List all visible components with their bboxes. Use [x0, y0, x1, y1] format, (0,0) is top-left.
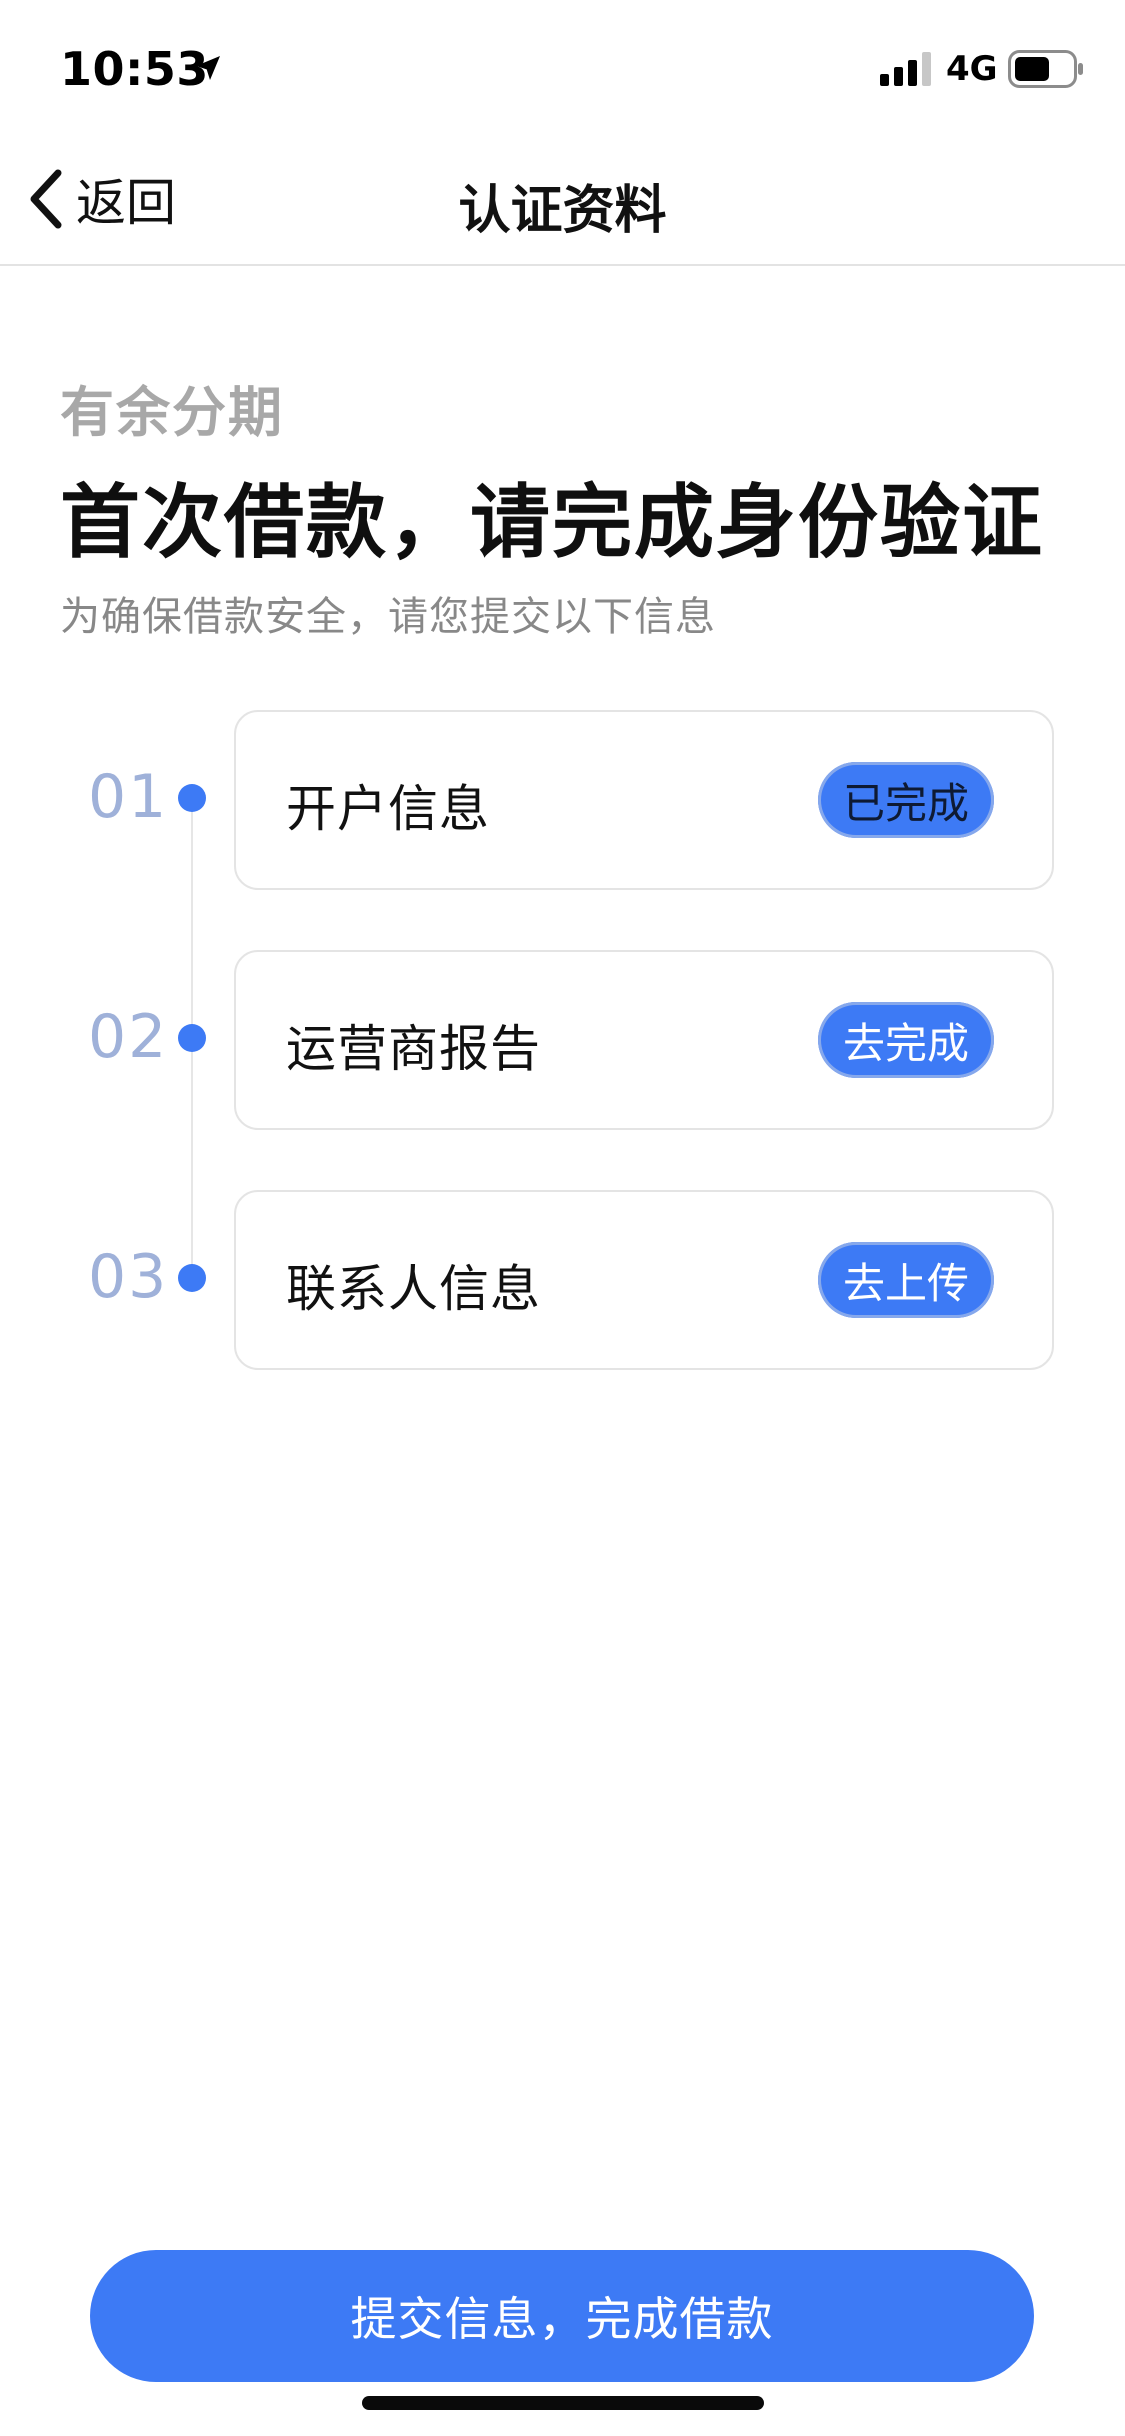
- step-card-contact-info[interactable]: 联系人信息 去上传: [234, 1190, 1054, 1370]
- home-indicator: [362, 2396, 764, 2410]
- brand-name: 有余分期: [60, 381, 284, 444]
- step-dot: [178, 784, 206, 812]
- step-number-02: 02: [88, 1002, 169, 1072]
- status-bar: 10:53 4G: [0, 0, 1125, 132]
- location-arrow-icon: [196, 56, 220, 80]
- submit-button[interactable]: 提交信息，完成借款: [90, 2250, 1034, 2382]
- step-card-account-info[interactable]: 开户信息 已完成: [234, 710, 1054, 890]
- step-number-03: 03: [88, 1242, 169, 1312]
- battery-icon: [1008, 50, 1083, 88]
- page-title: 认证资料: [458, 181, 667, 241]
- status-time: 10:53: [60, 42, 209, 96]
- step-title: 开户信息: [286, 780, 490, 838]
- subtitle: 为确保借款安全，请您提交以下信息: [60, 594, 716, 640]
- upload-step-button[interactable]: 去上传: [818, 1242, 994, 1318]
- step-dot: [178, 1024, 206, 1052]
- step-status-done-badge[interactable]: 已完成: [818, 762, 994, 838]
- step-number-01: 01: [88, 762, 169, 832]
- step-title: 联系人信息: [286, 1260, 541, 1318]
- complete-step-button[interactable]: 去完成: [818, 1002, 994, 1078]
- nav-bar: 返回 认证资料: [0, 132, 1125, 266]
- step-title: 运营商报告: [286, 1020, 541, 1078]
- step-card-carrier-report[interactable]: 运营商报告 去完成: [234, 950, 1054, 1130]
- network-type: 4G: [946, 49, 998, 89]
- step-dot: [178, 1264, 206, 1292]
- headline: 首次借款，请完成身份验证: [60, 476, 1044, 569]
- signal-icon: [880, 52, 931, 86]
